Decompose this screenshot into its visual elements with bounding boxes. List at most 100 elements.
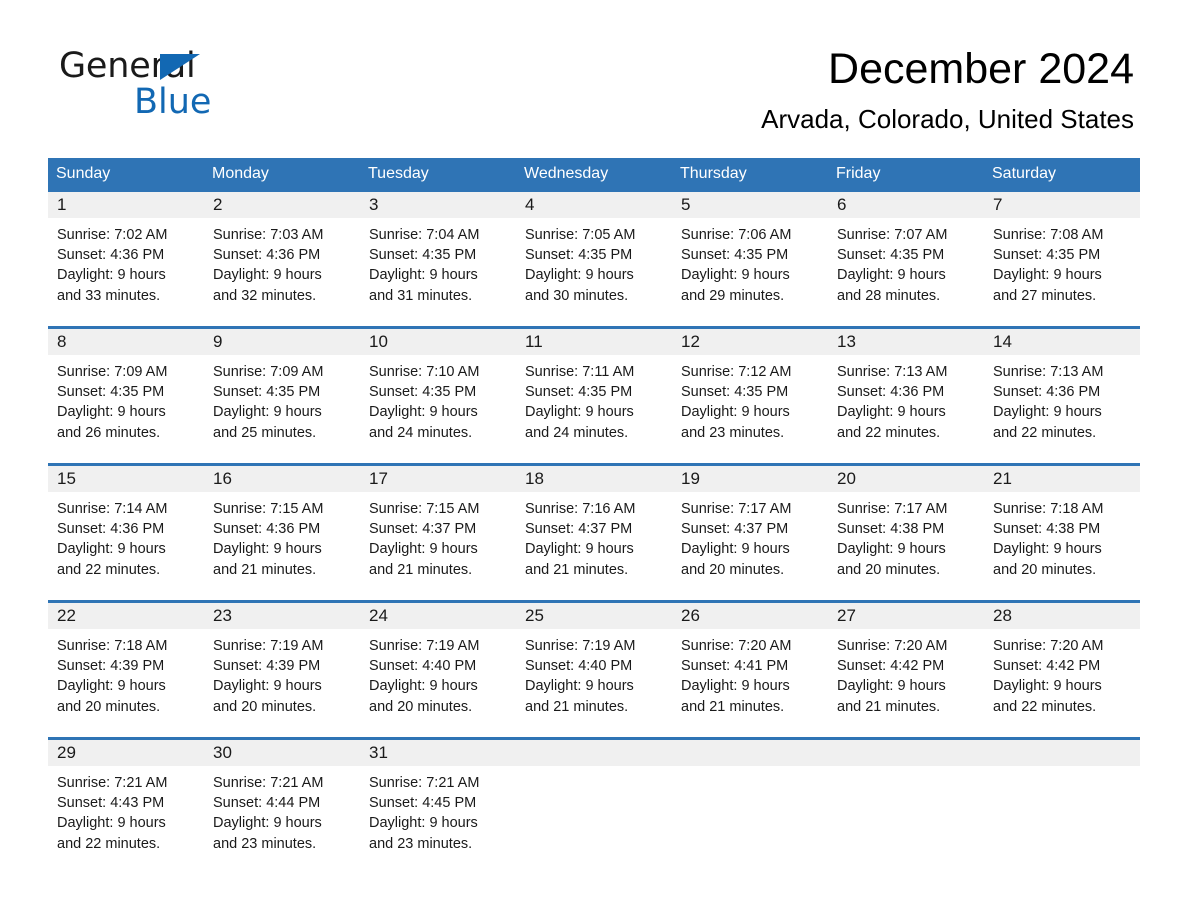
day-cell[interactable]: Sunrise: 7:03 AM Sunset: 4:36 PM Dayligh…	[204, 218, 360, 326]
day-cell[interactable]: Sunrise: 7:17 AM Sunset: 4:38 PM Dayligh…	[828, 492, 984, 600]
day-cell[interactable]: Sunrise: 7:07 AM Sunset: 4:35 PM Dayligh…	[828, 218, 984, 326]
day-cell[interactable]: Sunrise: 7:09 AM Sunset: 4:35 PM Dayligh…	[204, 355, 360, 463]
calendar-week-row: 15 16 17 18 19 20 21 Sunrise: 7:14 AM Su…	[48, 463, 1140, 600]
sunrise-text: Sunrise: 7:21 AM	[57, 775, 168, 791]
day-cell[interactable]: Sunrise: 7:21 AM Sunset: 4:43 PM Dayligh…	[48, 766, 204, 874]
day-number-band: 22 23 24 25 26 27 28	[48, 603, 1140, 629]
day-number[interactable]: 29	[48, 740, 204, 766]
day-number[interactable]: 7	[984, 192, 1140, 218]
daylight-text-cont: and 28 minutes.	[837, 287, 941, 304]
daylight-text: Daylight: 9 hours	[369, 678, 478, 695]
daylight-text-cont: and 20 minutes.	[993, 561, 1097, 578]
general-blue-logo[interactable]: General Blue	[59, 46, 359, 126]
day-cell[interactable]: Sunrise: 7:18 AM Sunset: 4:39 PM Dayligh…	[48, 629, 204, 737]
day-cell[interactable]: Sunrise: 7:17 AM Sunset: 4:37 PM Dayligh…	[672, 492, 828, 600]
sunset-text: Sunset: 4:42 PM	[837, 658, 945, 675]
day-cell[interactable]: Sunrise: 7:20 AM Sunset: 4:42 PM Dayligh…	[984, 629, 1140, 737]
day-detail-band: Sunrise: 7:21 AM Sunset: 4:43 PM Dayligh…	[48, 766, 1140, 874]
day-cell[interactable]: Sunrise: 7:02 AM Sunset: 4:36 PM Dayligh…	[48, 218, 204, 326]
sunrise-text: Sunrise: 7:02 AM	[57, 227, 168, 243]
day-number[interactable]: 31	[360, 740, 516, 766]
day-number[interactable]: 2	[204, 192, 360, 218]
day-detail-band: Sunrise: 7:14 AM Sunset: 4:36 PM Dayligh…	[48, 492, 1140, 600]
day-number[interactable]: 21	[984, 466, 1140, 492]
day-number[interactable]: 17	[360, 466, 516, 492]
day-cell[interactable]: Sunrise: 7:13 AM Sunset: 4:36 PM Dayligh…	[828, 355, 984, 463]
sunrise-text: Sunrise: 7:21 AM	[213, 775, 324, 791]
day-cell[interactable]: Sunrise: 7:05 AM Sunset: 4:35 PM Dayligh…	[516, 218, 672, 326]
day-number[interactable]: 24	[360, 603, 516, 629]
daylight-text-cont: and 26 minutes.	[57, 424, 161, 441]
day-number[interactable]: 26	[672, 603, 828, 629]
day-number[interactable]: 13	[828, 329, 984, 355]
day-number[interactable]: 12	[672, 329, 828, 355]
weekday-header-saturday: Saturday	[992, 165, 1057, 182]
day-cell[interactable]: Sunrise: 7:14 AM Sunset: 4:36 PM Dayligh…	[48, 492, 204, 600]
sunrise-text: Sunrise: 7:07 AM	[837, 227, 948, 243]
sunset-text: Sunset: 4:35 PM	[837, 247, 945, 264]
logo-triangle-icon	[160, 54, 200, 80]
day-number[interactable]: 1	[48, 192, 204, 218]
day-number[interactable]: 19	[672, 466, 828, 492]
day-cell[interactable]: Sunrise: 7:15 AM Sunset: 4:37 PM Dayligh…	[360, 492, 516, 600]
day-number[interactable]: 3	[360, 192, 516, 218]
day-cell[interactable]: Sunrise: 7:06 AM Sunset: 4:35 PM Dayligh…	[672, 218, 828, 326]
day-number[interactable]: 10	[360, 329, 516, 355]
day-cell[interactable]: Sunrise: 7:13 AM Sunset: 4:36 PM Dayligh…	[984, 355, 1140, 463]
daylight-text-cont: and 31 minutes.	[369, 287, 473, 304]
day-cell[interactable]: Sunrise: 7:15 AM Sunset: 4:36 PM Dayligh…	[204, 492, 360, 600]
day-cell[interactable]: Sunrise: 7:08 AM Sunset: 4:35 PM Dayligh…	[984, 218, 1140, 326]
day-number[interactable]: 22	[48, 603, 204, 629]
day-number[interactable]: 15	[48, 466, 204, 492]
day-number[interactable]: 6	[828, 192, 984, 218]
sunset-text: Sunset: 4:35 PM	[525, 247, 633, 264]
day-number[interactable]: 27	[828, 603, 984, 629]
day-number[interactable]: 25	[516, 603, 672, 629]
day-number[interactable]: 11	[516, 329, 672, 355]
day-cell[interactable]: Sunrise: 7:11 AM Sunset: 4:35 PM Dayligh…	[516, 355, 672, 463]
sunrise-text: Sunrise: 7:14 AM	[57, 501, 168, 517]
day-cell[interactable]: Sunrise: 7:12 AM Sunset: 4:35 PM Dayligh…	[672, 355, 828, 463]
day-number[interactable]: 8	[48, 329, 204, 355]
sunset-text: Sunset: 4:37 PM	[525, 521, 633, 538]
daylight-text: Daylight: 9 hours	[837, 678, 946, 695]
daylight-text: Daylight: 9 hours	[525, 678, 634, 695]
day-detail-band: Sunrise: 7:09 AM Sunset: 4:35 PM Dayligh…	[48, 355, 1140, 463]
day-cell[interactable]: Sunrise: 7:20 AM Sunset: 4:42 PM Dayligh…	[828, 629, 984, 737]
day-number[interactable]: 28	[984, 603, 1140, 629]
day-cell[interactable]: Sunrise: 7:21 AM Sunset: 4:45 PM Dayligh…	[360, 766, 516, 874]
sunset-text: Sunset: 4:36 PM	[57, 247, 165, 264]
day-number[interactable]: 18	[516, 466, 672, 492]
day-cell[interactable]: Sunrise: 7:18 AM Sunset: 4:38 PM Dayligh…	[984, 492, 1140, 600]
day-number[interactable]: 4	[516, 192, 672, 218]
day-number[interactable]: 14	[984, 329, 1140, 355]
day-cell[interactable]: Sunrise: 7:04 AM Sunset: 4:35 PM Dayligh…	[360, 218, 516, 326]
day-cell-empty	[516, 766, 672, 874]
sunrise-text: Sunrise: 7:11 AM	[525, 364, 635, 380]
day-cell[interactable]: Sunrise: 7:19 AM Sunset: 4:39 PM Dayligh…	[204, 629, 360, 737]
sunset-text: Sunset: 4:37 PM	[369, 521, 477, 538]
day-number[interactable]: 30	[204, 740, 360, 766]
day-number[interactable]: 16	[204, 466, 360, 492]
day-number-empty	[984, 740, 1140, 766]
day-number[interactable]: 5	[672, 192, 828, 218]
day-number-band: 1 2 3 4 5 6 7	[48, 192, 1140, 218]
day-cell[interactable]: Sunrise: 7:21 AM Sunset: 4:44 PM Dayligh…	[204, 766, 360, 874]
day-cell[interactable]: Sunrise: 7:10 AM Sunset: 4:35 PM Dayligh…	[360, 355, 516, 463]
day-cell[interactable]: Sunrise: 7:19 AM Sunset: 4:40 PM Dayligh…	[360, 629, 516, 737]
daylight-text-cont: and 20 minutes.	[57, 698, 161, 715]
day-cell-empty	[828, 766, 984, 874]
day-cell[interactable]: Sunrise: 7:19 AM Sunset: 4:40 PM Dayligh…	[516, 629, 672, 737]
daylight-text: Daylight: 9 hours	[369, 541, 478, 558]
day-number[interactable]: 9	[204, 329, 360, 355]
calendar-week-row: 29 30 31 Sunrise: 7:21 AM Sunset: 4:43 P…	[48, 737, 1140, 874]
daylight-text-cont: and 23 minutes.	[213, 835, 317, 852]
day-number[interactable]: 20	[828, 466, 984, 492]
day-cell[interactable]: Sunrise: 7:16 AM Sunset: 4:37 PM Dayligh…	[516, 492, 672, 600]
logo-top-row: General	[59, 46, 359, 86]
sunrise-text: Sunrise: 7:09 AM	[213, 364, 324, 380]
day-number[interactable]: 23	[204, 603, 360, 629]
day-cell[interactable]: Sunrise: 7:20 AM Sunset: 4:41 PM Dayligh…	[672, 629, 828, 737]
day-cell[interactable]: Sunrise: 7:09 AM Sunset: 4:35 PM Dayligh…	[48, 355, 204, 463]
sunrise-text: Sunrise: 7:10 AM	[369, 364, 480, 380]
